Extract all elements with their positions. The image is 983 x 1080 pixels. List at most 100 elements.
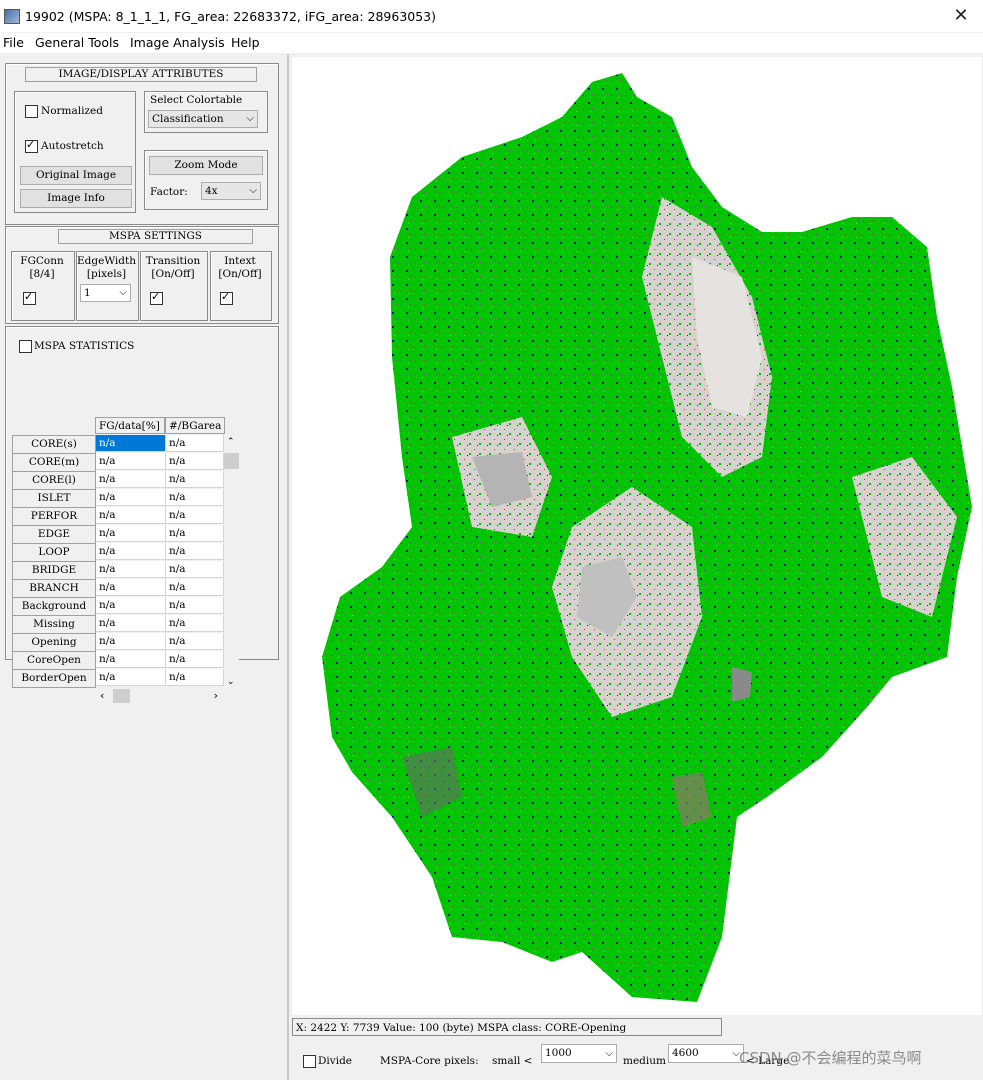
- table-row-header[interactable]: CORE(s): [12, 435, 96, 454]
- small-threshold-select[interactable]: 1000 ⌵: [541, 1044, 617, 1063]
- colortable-value: Classification: [152, 113, 224, 125]
- transition-sublabel: [On/Off]: [151, 268, 195, 280]
- medium-threshold-select[interactable]: 4600 ⌵: [668, 1044, 744, 1063]
- scroll-right-icon[interactable]: ›: [214, 689, 218, 702]
- table-row-header[interactable]: CORE(l): [12, 471, 96, 490]
- select-colortable-label: Select Colortable: [150, 94, 243, 106]
- scroll-down-icon[interactable]: ⌄: [227, 677, 235, 687]
- divide-checkbox[interactable]: [303, 1055, 316, 1068]
- factor-label: Factor:: [150, 186, 188, 198]
- table-cell-fg-data[interactable]: n/a: [96, 435, 166, 452]
- normalized-label: Normalized: [41, 105, 103, 117]
- table-cell-bgarea[interactable]: n/a: [166, 615, 224, 632]
- mspa-statistics-label: MSPA STATISTICS: [34, 340, 135, 352]
- edgewidth-select[interactable]: 1 ⌵: [80, 284, 131, 302]
- table-cell-fg-data[interactable]: n/a: [96, 615, 166, 632]
- table-cell-bgarea[interactable]: n/a: [166, 651, 224, 668]
- autostretch-checkbox[interactable]: [25, 138, 38, 153]
- table-cell-fg-data[interactable]: n/a: [96, 525, 166, 542]
- menu-file[interactable]: File: [3, 35, 24, 50]
- mspa-settings-header: MSPA SETTINGS: [58, 229, 253, 244]
- table-cell-fg-data[interactable]: n/a: [96, 453, 166, 470]
- table-cell-bgarea[interactable]: n/a: [166, 489, 224, 506]
- scroll-left-icon[interactable]: ‹: [100, 689, 104, 702]
- table-cell-fg-data[interactable]: n/a: [96, 543, 166, 560]
- intext-checkbox[interactable]: [220, 290, 233, 305]
- control-panel: IMAGE/DISPLAY ATTRIBUTES Normalized Auto…: [0, 54, 286, 1080]
- mspa-map-image[interactable]: [292, 57, 982, 1015]
- table-cell-fg-data[interactable]: n/a: [96, 561, 166, 578]
- table-cell-fg-data[interactable]: n/a: [96, 633, 166, 650]
- mspa-statistics-checkbox[interactable]: [19, 340, 32, 353]
- table-cell-bgarea[interactable]: n/a: [166, 453, 224, 470]
- table-cell-bgarea[interactable]: n/a: [166, 435, 224, 452]
- intext-sublabel: [On/Off]: [218, 268, 262, 280]
- colortable-select[interactable]: Classification ⌵: [148, 110, 258, 128]
- table-row-header[interactable]: BRANCH: [12, 579, 96, 598]
- transition-label: Transition: [145, 255, 201, 267]
- table-row-header[interactable]: PERFOR: [12, 507, 96, 526]
- table-cell-bgarea[interactable]: n/a: [166, 633, 224, 650]
- scroll-thumb[interactable]: [224, 453, 239, 469]
- table-cell-bgarea[interactable]: n/a: [166, 543, 224, 560]
- pixel-info-status: X: 2422 Y: 7739 Value: 100 (byte) MSPA c…: [292, 1018, 722, 1036]
- edgewidth-sublabel: [pixels]: [86, 268, 127, 280]
- small-threshold-value: 1000: [545, 1047, 572, 1059]
- table-cell-fg-data[interactable]: n/a: [96, 471, 166, 488]
- image-info-button[interactable]: Image Info: [20, 189, 132, 208]
- statistics-table[interactable]: FG/data[%] #/BGarea CORE(s) n/a n/a CORE(m)…: [12, 417, 240, 689]
- table-cell-bgarea[interactable]: n/a: [166, 579, 224, 596]
- small-label: small <: [492, 1055, 533, 1067]
- fgconn-label: FGConn: [20, 255, 64, 267]
- edgewidth-value: 1: [84, 287, 91, 299]
- normalized-checkbox[interactable]: [25, 105, 38, 118]
- table-cell-fg-data[interactable]: n/a: [96, 669, 166, 686]
- menu-general-tools[interactable]: General Tools: [35, 35, 119, 50]
- menu-bar: File General Tools Image Analysis Help: [0, 33, 983, 53]
- table-row-header[interactable]: ISLET: [12, 489, 96, 508]
- table-cell-fg-data[interactable]: n/a: [96, 597, 166, 614]
- table-row-header[interactable]: BorderOpen: [12, 669, 96, 688]
- table-cell-fg-data[interactable]: n/a: [96, 489, 166, 506]
- table-horizontal-scrollbar[interactable]: ‹ ›: [96, 689, 224, 704]
- table-cell-fg-data[interactable]: n/a: [96, 579, 166, 596]
- table-row-header[interactable]: BRIDGE: [12, 561, 96, 580]
- original-image-button[interactable]: Original Image: [20, 166, 132, 185]
- menu-image-analysis[interactable]: Image Analysis: [130, 35, 225, 50]
- window-title: 19902 (MSPA: 8_1_1_1, FG_area: 22683372,…: [25, 9, 437, 24]
- chevron-down-icon: ⌵: [119, 287, 127, 298]
- map-viewport[interactable]: [292, 57, 982, 1015]
- table-row-header[interactable]: CORE(m): [12, 453, 96, 472]
- table-row-header[interactable]: Missing: [12, 615, 96, 634]
- watermark: CSDN @不会编程的菜鸟啊: [739, 1049, 922, 1067]
- intext-label: Intext: [224, 255, 256, 267]
- display-attributes-header: IMAGE/DISPLAY ATTRIBUTES: [25, 67, 257, 82]
- table-row-header[interactable]: Opening: [12, 633, 96, 652]
- fgconn-checkbox[interactable]: [23, 290, 36, 305]
- column-header-bgarea[interactable]: #/BGarea: [165, 417, 225, 434]
- table-row-header[interactable]: Background: [12, 597, 96, 616]
- transition-checkbox[interactable]: [150, 290, 163, 305]
- table-row-header[interactable]: EDGE: [12, 525, 96, 544]
- table-cell-fg-data[interactable]: n/a: [96, 507, 166, 524]
- table-cell-bgarea[interactable]: n/a: [166, 597, 224, 614]
- table-cell-bgarea[interactable]: n/a: [166, 507, 224, 524]
- scroll-up-icon[interactable]: ⌃: [227, 437, 235, 447]
- table-row-header[interactable]: LOOP: [12, 543, 96, 562]
- zoom-factor-select[interactable]: 4x ⌵: [201, 182, 261, 200]
- table-cell-bgarea[interactable]: n/a: [166, 669, 224, 686]
- medium-label: medium: [623, 1055, 666, 1067]
- scroll-thumb-horizontal[interactable]: [113, 689, 130, 703]
- column-header-fg-data[interactable]: FG/data[%]: [95, 417, 165, 434]
- chevron-down-icon: ⌵: [605, 1048, 613, 1059]
- close-button[interactable]: ✕: [939, 0, 983, 32]
- chevron-down-icon: ⌵: [249, 185, 257, 196]
- table-row-header[interactable]: CoreOpen: [12, 651, 96, 670]
- table-cell-fg-data[interactable]: n/a: [96, 651, 166, 668]
- table-vertical-scrollbar[interactable]: ⌃ ⌄: [224, 435, 239, 689]
- zoom-mode-button[interactable]: Zoom Mode: [149, 156, 263, 175]
- table-cell-bgarea[interactable]: n/a: [166, 561, 224, 578]
- table-cell-bgarea[interactable]: n/a: [166, 525, 224, 542]
- menu-help[interactable]: Help: [231, 35, 260, 50]
- table-cell-bgarea[interactable]: n/a: [166, 471, 224, 488]
